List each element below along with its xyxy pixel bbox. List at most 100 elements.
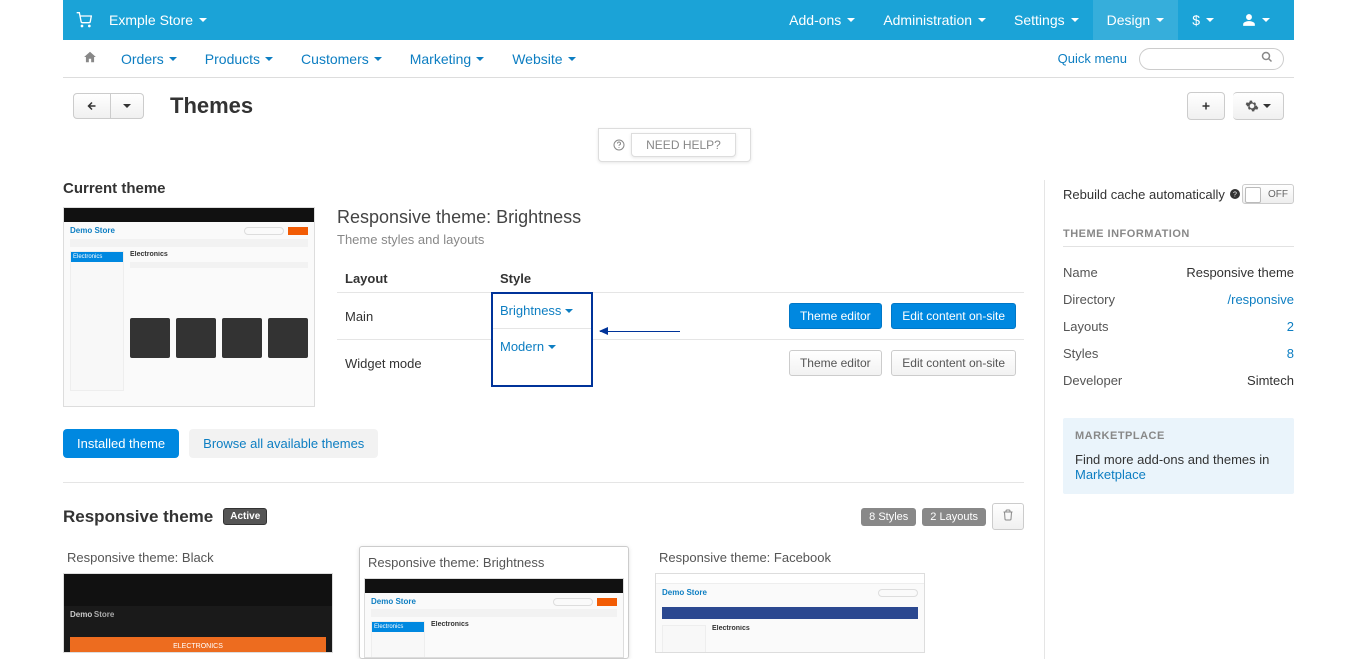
top-bar: Exmple Store Add-ons Administration Sett…	[63, 0, 1294, 40]
help-icon[interactable]: ?	[1229, 188, 1241, 200]
top-bar-right: Add-ons Administration Settings Design $	[775, 0, 1284, 40]
caret-down-icon	[565, 309, 573, 313]
content-area: Current theme Demo Store Electronics Ele…	[0, 162, 1349, 659]
style-dropdown-main[interactable]: Brightness	[500, 303, 584, 318]
page-title: Themes	[170, 93, 253, 119]
nav-orders[interactable]: Orders	[107, 51, 191, 67]
caret-down-icon	[1156, 18, 1164, 22]
styles-link[interactable]: 8	[1287, 346, 1294, 361]
back-dropdown-button[interactable]	[111, 93, 144, 119]
store-name: Exmple Store	[109, 12, 193, 28]
marketplace-link[interactable]: Marketplace	[1075, 467, 1146, 482]
style-highlight-box: Brightness Modern	[492, 293, 592, 387]
menu-currency[interactable]: $	[1178, 0, 1228, 40]
rebuild-cache-toggle[interactable]: OFF	[1242, 184, 1294, 204]
menu-design[interactable]: Design	[1093, 0, 1179, 40]
menu-administration[interactable]: Administration	[869, 0, 1000, 40]
gear-icon	[1245, 99, 1259, 113]
sidebar: Rebuild cache automatically ? OFF THEME …	[1044, 180, 1294, 659]
styles-badge: 8 Styles	[861, 508, 916, 526]
themes-title: Responsive theme	[63, 507, 213, 527]
sub-nav: Orders Products Customers Marketing Webs…	[63, 40, 1294, 78]
menu-user[interactable]	[1228, 0, 1284, 40]
search-icon	[1261, 51, 1273, 66]
layouts-link[interactable]: 2	[1287, 319, 1294, 334]
plus-icon	[1200, 100, 1212, 112]
actions-widget: Theme editor Edit content on-site	[682, 340, 1024, 387]
arrow-pointer	[592, 293, 682, 340]
caret-down-icon	[265, 57, 273, 61]
back-button-group	[73, 93, 144, 119]
caret-down-icon	[1206, 18, 1214, 22]
tab-browse[interactable]: Browse all available themes	[189, 429, 378, 458]
directory-link[interactable]: /responsive	[1228, 292, 1294, 307]
edit-onsite-button-main[interactable]: Edit content on-site	[891, 303, 1016, 329]
search-input[interactable]	[1139, 48, 1284, 70]
help-icon	[613, 139, 625, 151]
theme-card-brightness[interactable]: Responsive theme: Brightness Demo Store …	[359, 546, 629, 659]
separator	[63, 482, 1024, 483]
theme-editor-button-main[interactable]: Theme editor	[789, 303, 882, 329]
actions-main: Theme editor Edit content on-site	[682, 293, 1024, 340]
rebuild-cache-row: Rebuild cache automatically ? OFF	[1063, 184, 1294, 204]
theme-card-title: Responsive theme: Black	[63, 546, 333, 565]
info-row-developer: DeveloperSimtech	[1063, 367, 1294, 394]
home-icon[interactable]	[73, 50, 107, 67]
current-theme-heading: Current theme	[63, 180, 1024, 197]
menu-settings[interactable]: Settings	[1000, 0, 1093, 40]
menu-addons[interactable]: Add-ons	[775, 0, 869, 40]
caret-down-icon	[169, 57, 177, 61]
theme-card-black[interactable]: Responsive theme: Black Demo Store ELECT…	[63, 546, 333, 659]
add-button[interactable]	[1187, 92, 1225, 120]
theme-editor-button-widget[interactable]: Theme editor	[789, 350, 882, 376]
marketplace-heading: MARKETPLACE	[1075, 430, 1282, 442]
layout-cell-main: Main	[337, 293, 492, 340]
gear-dropdown-button[interactable]	[1233, 92, 1284, 120]
caret-down-icon	[476, 57, 484, 61]
svg-text:?: ?	[1233, 192, 1237, 199]
info-row-styles: Styles8	[1063, 340, 1294, 367]
title-bar: Themes	[63, 78, 1294, 130]
layout-style-table: Layout Style Main Brightness Modern	[337, 265, 1024, 386]
info-row-layouts: Layouts2	[1063, 313, 1294, 340]
edit-onsite-button-widget[interactable]: Edit content on-site	[891, 350, 1016, 376]
back-button[interactable]	[73, 93, 111, 119]
tab-installed[interactable]: Installed theme	[63, 429, 179, 458]
nav-customers[interactable]: Customers	[287, 51, 396, 67]
arrow-left-icon	[86, 100, 98, 112]
delete-theme-button[interactable]	[992, 503, 1024, 530]
theme-card-facebook[interactable]: Responsive theme: Facebook Demo Store El…	[655, 546, 925, 659]
nav-website[interactable]: Website	[498, 51, 589, 67]
nav-marketing[interactable]: Marketing	[396, 51, 498, 67]
caret-down-icon	[374, 57, 382, 61]
caret-down-icon	[548, 345, 556, 349]
main-column: Current theme Demo Store Electronics Ele…	[63, 180, 1044, 659]
store-selector[interactable]: Exmple Store	[109, 12, 207, 28]
themes-header: Responsive theme Active 8 Styles 2 Layou…	[63, 503, 1024, 530]
theme-card-title: Responsive theme: Brightness	[364, 551, 624, 570]
nav-products[interactable]: Products	[191, 51, 287, 67]
cart-icon[interactable]	[73, 9, 95, 31]
theme-cards: Responsive theme: Black Demo Store ELECT…	[63, 546, 1024, 659]
style-dropdown-widget[interactable]: Modern	[500, 339, 584, 354]
caret-down-icon	[1071, 18, 1079, 22]
current-theme-thumbnail[interactable]: Demo Store Electronics Electronics	[63, 207, 315, 407]
marketplace-box: MARKETPLACE Find more add-ons and themes…	[1063, 418, 1294, 494]
need-help-tab[interactable]: NEED HELP?	[0, 128, 1349, 162]
theme-info-heading: THEME INFORMATION	[1063, 228, 1294, 247]
caret-down-icon	[1262, 18, 1270, 22]
caret-down-icon	[1263, 104, 1271, 108]
trash-icon	[1002, 509, 1014, 521]
quick-menu-link[interactable]: Quick menu	[1058, 51, 1127, 66]
rebuild-cache-label: Rebuild cache automatically ?	[1063, 187, 1241, 202]
layout-cell-widget: Widget mode	[337, 340, 492, 387]
theme-card-thumbnail: Demo Store Electronics Electronics	[364, 578, 624, 658]
caret-down-icon	[978, 18, 986, 22]
current-theme-row: Demo Store Electronics Electronics Respo…	[63, 207, 1024, 407]
theme-card-thumbnail: Demo Store ELECTRONICS	[63, 573, 333, 653]
col-style: Style	[492, 265, 592, 293]
theme-tabs: Installed theme Browse all available the…	[63, 429, 1024, 458]
col-layout: Layout	[337, 265, 492, 293]
caret-down-icon	[123, 104, 131, 108]
marketplace-text: Find more add-ons and themes in Marketpl…	[1075, 452, 1282, 482]
